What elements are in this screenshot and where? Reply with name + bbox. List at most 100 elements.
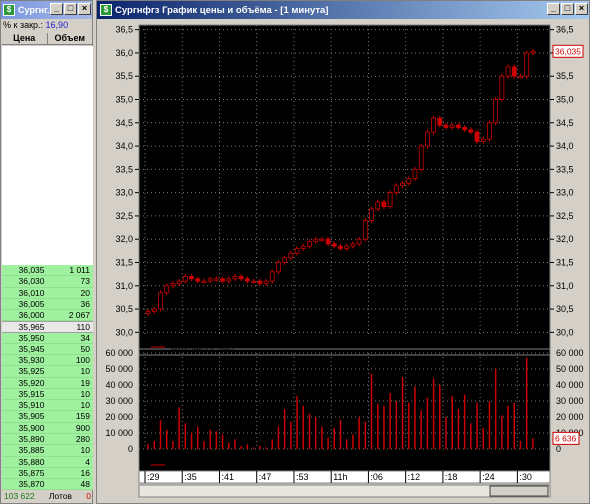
row-price: 36,010 <box>18 287 45 298</box>
price-volume-chart[interactable]: 30,0 30,0 30,5 30,5 31,0 31,0 31,5 31,5 32,0 32,0… <box>97 19 589 503</box>
chart-app-icon: $ <box>100 4 112 16</box>
row-price: 35,965 <box>18 322 45 333</box>
row-volume: 1 011 <box>69 265 90 275</box>
candle-body <box>350 243 356 247</box>
order-book-row[interactable]: 35,930 100 <box>2 355 93 367</box>
candle-body <box>480 138 486 142</box>
row-price: 35,945 <box>18 343 45 354</box>
volume-tick-label-right: 30 000 <box>556 396 584 406</box>
order-book-row[interactable]: 35,915 10 <box>2 388 93 401</box>
price-tick-label-left: 36,5 <box>115 25 133 35</box>
scrollbar-thumb[interactable] <box>489 485 549 497</box>
order-book-body[interactable]: 36,035 1 011 36,030 73 36,010 20 36,005 36 36,00… <box>2 46 93 491</box>
candle-body <box>400 182 405 187</box>
time-tick-label: :47 <box>259 472 272 482</box>
candle-body <box>220 278 225 282</box>
candle-body <box>164 285 170 294</box>
price-tick-label-left: 34,5 <box>115 118 133 128</box>
candle-body <box>294 248 300 254</box>
column-header-volume[interactable]: Объем <box>48 33 93 44</box>
order-book-row[interactable]: 36,030 73 <box>2 276 93 288</box>
order-book-row[interactable]: 36,010 20 <box>2 287 93 299</box>
chart-close-button[interactable]: × <box>575 3 588 15</box>
candle-body <box>524 52 530 77</box>
candle-body <box>300 245 306 249</box>
row-price: 35,880 <box>18 456 45 467</box>
time-tick-label: :24 <box>482 472 495 482</box>
price-tick-label-right: 36,5 <box>556 25 574 35</box>
candle-body <box>245 278 250 282</box>
row-volume: 20 <box>80 287 90 298</box>
candle-body <box>269 271 275 282</box>
footer-zero: 0 <box>86 490 91 501</box>
row-price: 35,930 <box>18 355 45 366</box>
candle-body <box>251 280 257 284</box>
row-volume: 280 <box>75 433 90 444</box>
candle-body <box>238 276 244 280</box>
order-book-row[interactable]: 35,965 110 <box>2 321 93 333</box>
candle-body <box>182 276 188 282</box>
row-volume: 159 <box>75 411 90 422</box>
candle-body <box>412 168 418 180</box>
row-price: 35,950 <box>18 332 45 343</box>
row-volume: 34 <box>80 332 90 343</box>
price-tick-label-left: 33,0 <box>115 188 133 198</box>
volume-legend-label: Сургнфгз [Volume] <box>171 460 243 470</box>
order-book-row[interactable]: 35,885 10 <box>2 445 93 457</box>
row-price: 36,035 <box>18 265 45 275</box>
chart-maximize-button[interactable]: □ <box>561 3 574 15</box>
volume-panel <box>139 349 550 473</box>
close-button[interactable]: × <box>78 3 91 15</box>
candle-body <box>319 238 325 242</box>
time-tick-label: :53 <box>296 472 309 482</box>
candle-body <box>511 66 517 77</box>
order-book-row[interactable]: 35,910 10 <box>2 400 93 412</box>
chart-titlebar[interactable]: $ Сургнфгз График цены и объёма - [1 мин… <box>97 1 589 19</box>
time-tick-label: :35 <box>184 472 197 482</box>
candle-body <box>462 127 468 131</box>
order-book-row[interactable]: 36,005 36 <box>2 298 93 311</box>
order-book-row[interactable]: 36,000 2 067 <box>2 310 93 322</box>
order-book-row[interactable]: 35,905 159 <box>2 411 93 423</box>
candle-body <box>505 66 511 77</box>
price-tick-label-left: 32,0 <box>115 234 133 244</box>
price-tick-label-left: 34,0 <box>115 141 133 151</box>
order-book-row[interactable]: 35,920 19 <box>2 377 93 389</box>
candle-body <box>263 280 269 284</box>
minimize-button[interactable]: _ <box>50 3 63 15</box>
chart-minimize-button[interactable]: _ <box>547 3 560 15</box>
time-tick-label: :06 <box>370 472 383 482</box>
row-volume: 900 <box>75 422 90 433</box>
order-book-window[interactable]: $ Сургнг... _ □ × % к закр.: 16,90 Цена … <box>0 0 93 504</box>
candle-body <box>176 280 182 284</box>
row-price: 35,925 <box>18 366 45 377</box>
candle-body <box>213 278 219 281</box>
order-book-row[interactable]: 35,925 10 <box>2 366 93 378</box>
candle-body <box>493 99 499 124</box>
candle-body <box>232 276 238 280</box>
price-tick-label-left: 35,5 <box>115 71 133 81</box>
row-price: 35,920 <box>18 377 45 388</box>
horizontal-scrollbar[interactable] <box>138 484 551 498</box>
row-price: 35,910 <box>18 400 45 411</box>
volume-tick-label-left: 60 000 <box>105 348 133 358</box>
order-book-row[interactable]: 35,945 50 <box>2 343 93 356</box>
order-book-row[interactable]: 36,035 1 011 <box>2 265 93 277</box>
row-price: 35,900 <box>18 422 45 433</box>
order-book-row[interactable]: 35,950 34 <box>2 332 93 344</box>
row-price: 36,030 <box>18 276 45 287</box>
row-volume: 50 <box>80 343 90 354</box>
order-book-row[interactable]: 35,890 280 <box>2 433 93 446</box>
column-header-price[interactable]: Цена <box>2 33 48 44</box>
volume-tick-label-right: 20 000 <box>556 412 584 422</box>
maximize-button[interactable]: □ <box>64 3 77 15</box>
order-book-row[interactable]: 35,875 16 <box>2 467 93 480</box>
time-tick-label: :29 <box>147 472 160 482</box>
volume-tick-label-left: 30 000 <box>105 396 133 406</box>
order-book-row[interactable]: 35,880 4 <box>2 456 93 468</box>
order-book-row[interactable]: 35,900 900 <box>2 422 93 434</box>
order-book-titlebar[interactable]: $ Сургнг... _ □ × <box>1 1 92 19</box>
price-tick-label-right: 35,5 <box>556 71 574 81</box>
chart-window[interactable]: $ Сургнфгз График цены и объёма - [1 мин… <box>96 0 590 504</box>
candle-body <box>207 278 213 282</box>
